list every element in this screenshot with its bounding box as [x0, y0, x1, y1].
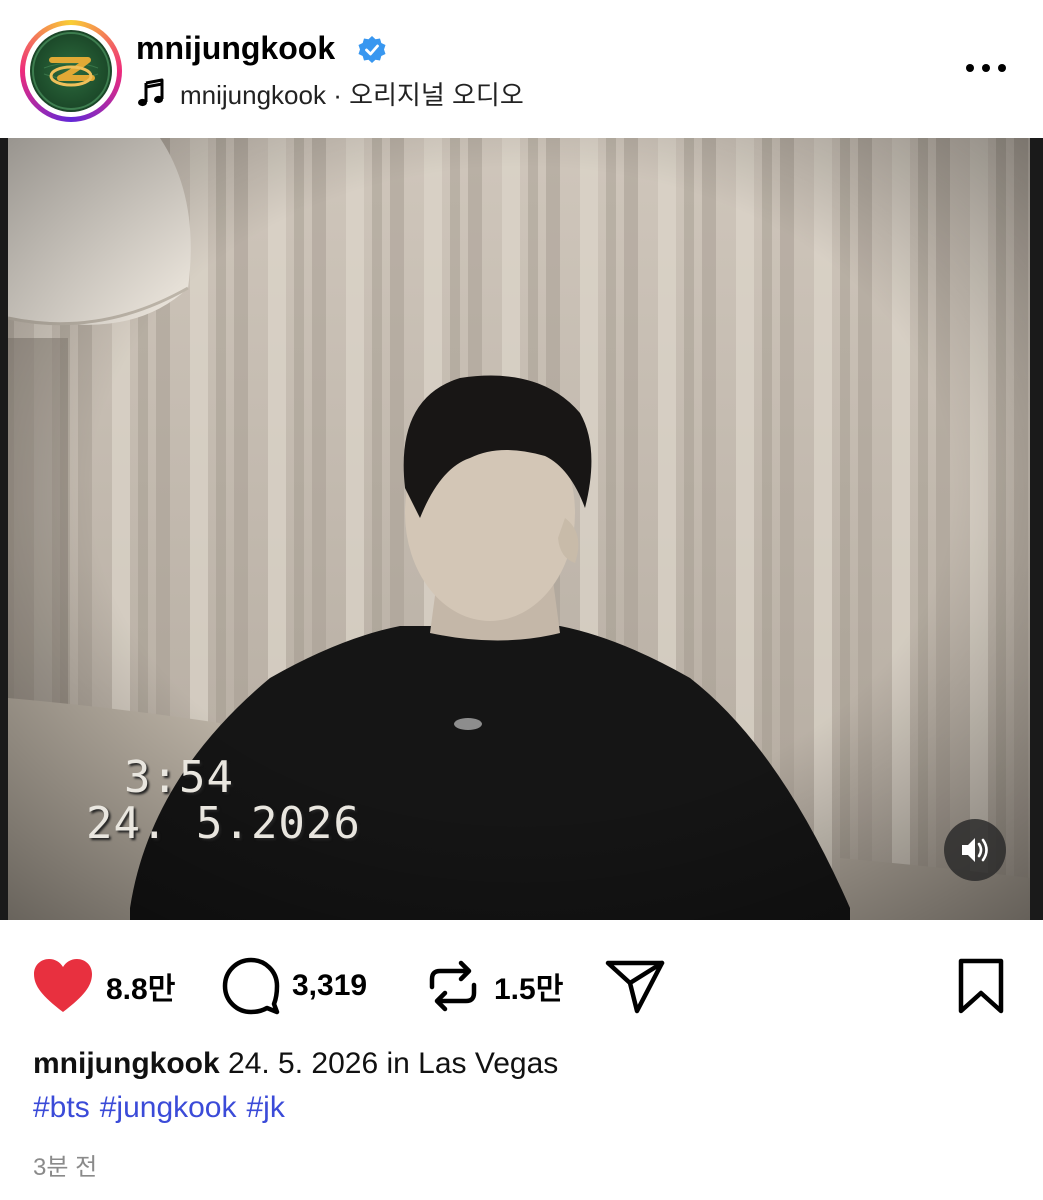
mute-icon [962, 838, 988, 862]
post-author[interactable]: mnijungkook [136, 30, 335, 67]
audio-attribution[interactable]: mnijungkook · 오리지널 오디오 [136, 76, 524, 110]
comment-button[interactable]: 3,319 [222, 956, 367, 1016]
comment-icon [222, 957, 280, 1015]
hashtag-link[interactable]: #jk [247, 1091, 285, 1124]
repost-button[interactable]: 1.5만 [424, 956, 563, 1016]
post-time-ago: 3분 전 [33, 1154, 98, 1181]
vhs-timestamp-date: 24. 5.2026 [86, 798, 361, 849]
more-icon[interactable] [962, 58, 1010, 78]
avatar[interactable] [20, 20, 122, 122]
share-icon [605, 960, 665, 1014]
comment-count: 3,319 [292, 969, 368, 1002]
caption-text: 24. 5. 2026 in Las Vegas [228, 1047, 559, 1080]
hashtag-link[interactable]: #bts [33, 1091, 90, 1124]
post-video[interactable]: 3:54 24. 5.2026 [0, 138, 1043, 920]
like-count: 8.8만 [106, 973, 176, 1006]
repost-icon [429, 960, 477, 1012]
caption-username[interactable]: mnijungkook [33, 1047, 220, 1080]
post-header: mnijungkook mnijungkook · 오리지널 오디오 [0, 0, 1043, 138]
avatar-image [30, 30, 112, 112]
share-button[interactable] [604, 956, 666, 1016]
hashtag-list: #bts #jungkook #jk [33, 1091, 295, 1125]
bookmark-button[interactable] [956, 956, 1006, 1016]
post-caption: mnijungkook 24. 5. 2026 in Las Vegas [33, 1047, 558, 1081]
action-bar: 8.8만 3,319 1.5만 [0, 920, 1043, 1040]
audio-label: mnijungkook · 오리지널 오디오 [180, 79, 524, 110]
repost-count: 1.5만 [494, 973, 564, 1006]
like-button[interactable]: 8.8만 [32, 956, 175, 1016]
music-note-icon [138, 78, 164, 107]
heart-icon [34, 959, 92, 1012]
mute-button[interactable] [944, 819, 1006, 881]
hashtag-link[interactable]: #jungkook [100, 1091, 237, 1124]
verified-icon [358, 36, 386, 63]
bookmark-icon [958, 958, 1004, 1014]
vhs-timestamp-time: 3:54 [124, 752, 234, 803]
